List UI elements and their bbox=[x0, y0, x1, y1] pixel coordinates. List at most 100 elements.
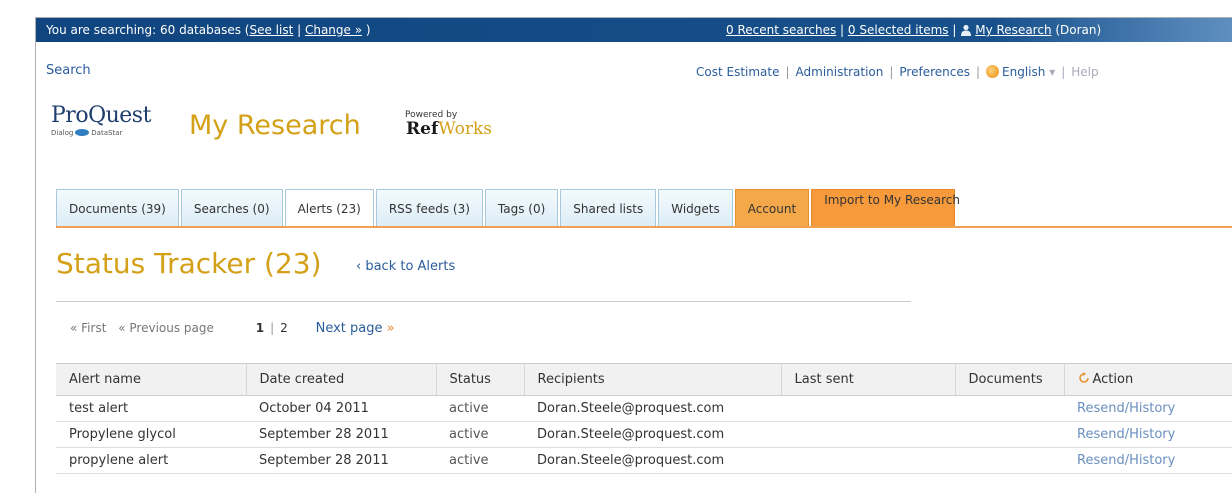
recipients-cell: Doran.Steele@proquest.com bbox=[524, 447, 781, 474]
pagination: « First « Previous page 1 | 2 Next page » bbox=[70, 321, 395, 336]
tab-shared-lists[interactable]: Shared lists bbox=[560, 189, 657, 227]
status-cell: active bbox=[436, 395, 524, 422]
col-alert-name[interactable]: Alert name bbox=[56, 363, 247, 396]
search-scope-suffix: ) bbox=[362, 23, 371, 37]
see-list-link[interactable]: See list bbox=[249, 23, 293, 37]
alert-name-cell: test alert bbox=[56, 395, 246, 422]
search-scope: You are searching: 60 databases (See lis… bbox=[46, 23, 371, 37]
refresh-icon bbox=[1078, 372, 1089, 383]
col-recipients[interactable]: Recipients bbox=[524, 363, 782, 396]
tab-underline bbox=[56, 226, 1232, 228]
change-link[interactable]: Change » bbox=[305, 23, 362, 37]
user-icon bbox=[961, 24, 972, 36]
resend-history-link[interactable]: Resend/History bbox=[1077, 453, 1175, 468]
cost-estimate-link[interactable]: Cost Estimate bbox=[696, 65, 780, 79]
my-research-title: My Research bbox=[189, 110, 361, 141]
utility-separator: | bbox=[889, 65, 894, 79]
page-numbers: 1 | 2 bbox=[256, 321, 288, 335]
app-frame: You are searching: 60 databases (See lis… bbox=[35, 17, 1232, 493]
language-select[interactable]: English bbox=[1002, 65, 1045, 79]
next-page-link[interactable]: Next page » bbox=[316, 321, 395, 336]
globe-icon bbox=[986, 65, 1000, 78]
search-link[interactable]: Search bbox=[46, 63, 91, 78]
table-row: Propylene glycol September 28 2011 activ… bbox=[56, 421, 1232, 448]
resend-history-link[interactable]: Resend/History bbox=[1077, 401, 1175, 416]
documents-cell bbox=[955, 447, 1064, 474]
utility-separator: | bbox=[975, 65, 981, 79]
proquest-logo-text: ProQuest bbox=[51, 103, 151, 128]
alert-name-cell: Propylene glycol bbox=[56, 421, 246, 448]
col-last-sent[interactable]: Last sent bbox=[781, 363, 956, 396]
user-name: (Doran) bbox=[1051, 23, 1102, 37]
tab-tags[interactable]: Tags (0) bbox=[484, 189, 559, 227]
tab-import[interactable]: Import to My Research bbox=[811, 189, 960, 227]
table-row: test alert October 04 2011 active Doran.… bbox=[56, 395, 1232, 422]
tab-account[interactable]: Account bbox=[734, 189, 810, 227]
action-cell: Resend/History bbox=[1064, 421, 1232, 448]
last-sent-cell bbox=[781, 447, 955, 474]
col-action-label: Action bbox=[1092, 372, 1134, 387]
first-page-link[interactable]: « First bbox=[70, 321, 106, 335]
tab-widgets[interactable]: Widgets bbox=[658, 189, 733, 227]
proquest-logo-sub: Dialog DataStar bbox=[51, 129, 171, 137]
recipients-cell: Doran.Steele@proquest.com bbox=[524, 395, 781, 422]
tab-documents[interactable]: Documents (39) bbox=[56, 189, 179, 227]
administration-link[interactable]: Administration bbox=[796, 65, 884, 79]
page-separator: | bbox=[270, 321, 275, 335]
col-status[interactable]: Status bbox=[436, 363, 525, 396]
alerts-table: Alert name Date created Status Recipient… bbox=[56, 363, 1232, 474]
page-2[interactable]: 2 bbox=[280, 321, 288, 335]
action-cell: Resend/History bbox=[1064, 395, 1232, 422]
refworks-ref: Ref bbox=[406, 119, 439, 139]
links-separator: | bbox=[836, 23, 848, 37]
status-cell: active bbox=[436, 421, 524, 448]
recipients-cell: Doran.Steele@proquest.com bbox=[524, 421, 781, 448]
table-row: propylene alert September 28 2011 active… bbox=[56, 447, 1232, 474]
proquest-logo[interactable]: ProQuest Dialog DataStar bbox=[51, 103, 171, 153]
links-separator: | bbox=[948, 23, 961, 37]
previous-page-link[interactable]: « Previous page bbox=[118, 321, 214, 335]
logo-dot-icon bbox=[75, 129, 90, 136]
alert-name-cell: propylene alert bbox=[56, 447, 246, 474]
date-created-cell: October 04 2011 bbox=[246, 395, 436, 422]
search-scope-prefix: You are searching: 60 databases ( bbox=[46, 23, 250, 37]
documents-cell bbox=[955, 395, 1064, 422]
last-sent-cell bbox=[781, 421, 955, 448]
top-bar: You are searching: 60 databases (See lis… bbox=[36, 18, 1232, 42]
top-bar-links: 0 Recent searches | 0 Selected items | M… bbox=[726, 23, 1101, 37]
page-1[interactable]: 1 bbox=[256, 321, 264, 335]
col-date-created[interactable]: Date created bbox=[246, 363, 437, 396]
refworks-works: Works bbox=[438, 119, 492, 139]
utility-nav: Cost Estimate | Administration | Preferences… bbox=[696, 65, 1099, 79]
back-to-alerts-link[interactable]: ‹ back to Alerts bbox=[356, 259, 455, 274]
date-created-cell: September 28 2011 bbox=[246, 447, 436, 474]
resend-history-link[interactable]: Resend/History bbox=[1077, 427, 1175, 442]
next-page-label: Next page bbox=[315, 321, 383, 336]
action-cell: Resend/History bbox=[1064, 447, 1232, 474]
date-created-cell: September 28 2011 bbox=[246, 421, 436, 448]
tab-alerts[interactable]: Alerts (23) bbox=[284, 189, 374, 227]
scope-separator: | bbox=[293, 23, 305, 37]
divider bbox=[56, 301, 911, 302]
status-cell: active bbox=[436, 447, 524, 474]
powered-by-refworks: Powered by RefWorks bbox=[405, 110, 492, 138]
chevron-down-icon: ▾ bbox=[1045, 65, 1056, 79]
help-link[interactable]: Help bbox=[1071, 65, 1098, 79]
next-arrow-icon: » bbox=[386, 321, 395, 336]
my-research-link[interactable]: My Research bbox=[975, 23, 1051, 37]
col-documents[interactable]: Documents bbox=[955, 363, 1065, 396]
table-header-row: Alert name Date created Status Recipient… bbox=[56, 363, 1232, 396]
documents-cell bbox=[955, 421, 1064, 448]
tab-searches[interactable]: Searches (0) bbox=[180, 189, 283, 227]
page-title: Status Tracker (23) bbox=[56, 247, 322, 280]
utility-separator: | bbox=[785, 65, 790, 79]
tab-rss-feeds[interactable]: RSS feeds (3) bbox=[375, 189, 483, 227]
refworks-logo: RefWorks bbox=[406, 121, 492, 138]
recent-searches-link[interactable]: 0 Recent searches bbox=[726, 23, 836, 37]
preferences-link[interactable]: Preferences bbox=[899, 65, 970, 79]
dialog-label: Dialog bbox=[51, 129, 74, 137]
last-sent-cell bbox=[781, 395, 955, 422]
selected-items-link[interactable]: 0 Selected items bbox=[848, 23, 949, 37]
utility-separator: | bbox=[1061, 65, 1066, 79]
col-action[interactable]: Action bbox=[1064, 363, 1232, 396]
